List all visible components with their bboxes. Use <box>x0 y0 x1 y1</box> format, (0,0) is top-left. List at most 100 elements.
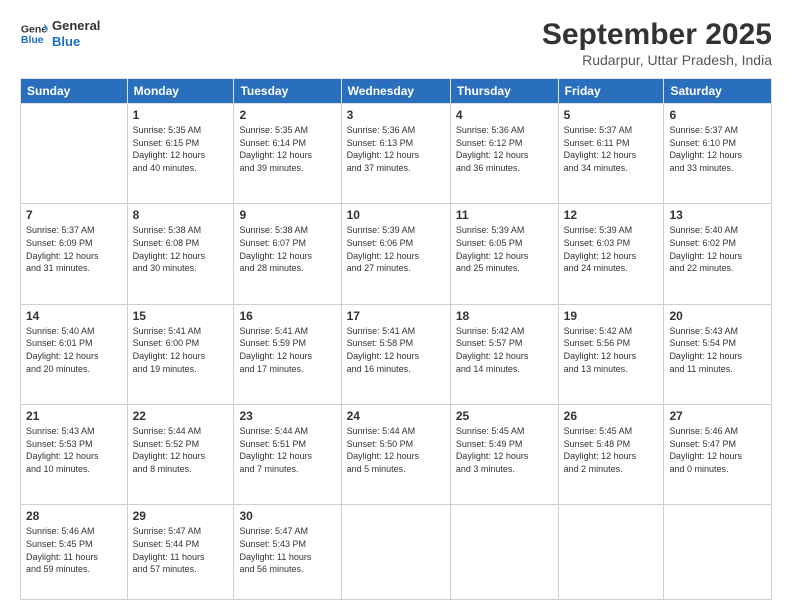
day-number: 15 <box>133 309 229 323</box>
calendar-cell: 9 Sunrise: 5:38 AM Sunset: 6:07 PM Daylig… <box>234 204 341 304</box>
calendar-cell: 6Sunrise: 5:37 AM Sunset: 6:10 PM Daylig… <box>664 104 772 204</box>
calendar-cell: 1 Sunrise: 5:35 AM Sunset: 6:15 PM Daylig… <box>127 104 234 204</box>
day-header-saturday: Saturday <box>664 79 772 104</box>
day-info: Sunrise: 5:35 AM Sunset: 6:14 PM Dayligh… <box>239 124 335 174</box>
day-number: 1 <box>133 108 229 122</box>
day-info: Sunrise: 5:42 AM Sunset: 5:56 PM Dayligh… <box>564 325 659 375</box>
day-number: 22 <box>133 409 229 423</box>
calendar-cell: 29 Sunrise: 5:47 AM Sunset: 5:44 PM Dayli… <box>127 505 234 600</box>
calendar-cell: 3Sunrise: 5:36 AM Sunset: 6:13 PM Daylig… <box>341 104 450 204</box>
day-header-tuesday: Tuesday <box>234 79 341 104</box>
calendar-cell: 23 Sunrise: 5:44 AM Sunset: 5:51 PM Dayli… <box>234 405 341 505</box>
calendar-cell: 28 Sunrise: 5:46 AM Sunset: 5:45 PM Dayli… <box>21 505 128 600</box>
calendar-cell: 11Sunrise: 5:39 AM Sunset: 6:05 PM Dayli… <box>450 204 558 304</box>
day-info: Sunrise: 5:36 AM Sunset: 6:13 PM Dayligh… <box>347 124 445 174</box>
day-info: Sunrise: 5:37 AM Sunset: 6:09 PM Dayligh… <box>26 224 122 274</box>
day-info: Sunrise: 5:47 AM Sunset: 5:44 PM Dayligh… <box>133 525 229 575</box>
calendar-cell <box>664 505 772 600</box>
calendar-cell: 16 Sunrise: 5:41 AM Sunset: 5:59 PM Dayli… <box>234 304 341 404</box>
week-row-4: 21Sunrise: 5:43 AM Sunset: 5:53 PM Dayli… <box>21 405 772 505</box>
day-number: 4 <box>456 108 553 122</box>
calendar-cell <box>450 505 558 600</box>
day-header-wednesday: Wednesday <box>341 79 450 104</box>
day-number: 18 <box>456 309 553 323</box>
calendar-cell: 20 Sunrise: 5:43 AM Sunset: 5:54 PM Dayli… <box>664 304 772 404</box>
day-number: 9 <box>239 208 335 222</box>
calendar-cell: 5 Sunrise: 5:37 AM Sunset: 6:11 PM Daylig… <box>558 104 664 204</box>
logo: General Blue General Blue <box>20 18 100 49</box>
day-header-friday: Friday <box>558 79 664 104</box>
day-info: Sunrise: 5:44 AM Sunset: 5:51 PM Dayligh… <box>239 425 335 475</box>
day-info: Sunrise: 5:36 AM Sunset: 6:12 PM Dayligh… <box>456 124 553 174</box>
day-info: Sunrise: 5:46 AM Sunset: 5:45 PM Dayligh… <box>26 525 122 575</box>
day-number: 27 <box>669 409 766 423</box>
day-info: Sunrise: 5:38 AM Sunset: 6:07 PM Dayligh… <box>239 224 335 274</box>
calendar-cell: 18Sunrise: 5:42 AM Sunset: 5:57 PM Dayli… <box>450 304 558 404</box>
day-number: 10 <box>347 208 445 222</box>
day-headers-row: SundayMondayTuesdayWednesdayThursdayFrid… <box>21 79 772 104</box>
day-number: 13 <box>669 208 766 222</box>
title-block: September 2025 Rudarpur, Uttar Pradesh, … <box>542 18 772 68</box>
day-number: 7 <box>26 208 122 222</box>
day-info: Sunrise: 5:44 AM Sunset: 5:52 PM Dayligh… <box>133 425 229 475</box>
calendar-cell: 14 Sunrise: 5:40 AM Sunset: 6:01 PM Dayli… <box>21 304 128 404</box>
day-number: 20 <box>669 309 766 323</box>
week-row-1: 1 Sunrise: 5:35 AM Sunset: 6:15 PM Daylig… <box>21 104 772 204</box>
day-number: 26 <box>564 409 659 423</box>
day-number: 29 <box>133 509 229 523</box>
day-number: 30 <box>239 509 335 523</box>
week-row-2: 7 Sunrise: 5:37 AM Sunset: 6:09 PM Daylig… <box>21 204 772 304</box>
day-info: Sunrise: 5:39 AM Sunset: 6:05 PM Dayligh… <box>456 224 553 274</box>
calendar-cell: 2 Sunrise: 5:35 AM Sunset: 6:14 PM Daylig… <box>234 104 341 204</box>
calendar-cell <box>21 104 128 204</box>
day-info: Sunrise: 5:38 AM Sunset: 6:08 PM Dayligh… <box>133 224 229 274</box>
day-number: 28 <box>26 509 122 523</box>
day-info: Sunrise: 5:41 AM Sunset: 5:59 PM Dayligh… <box>239 325 335 375</box>
day-number: 5 <box>564 108 659 122</box>
month-title: September 2025 <box>542 18 772 52</box>
day-number: 6 <box>669 108 766 122</box>
calendar-cell: 10 Sunrise: 5:39 AM Sunset: 6:06 PM Dayli… <box>341 204 450 304</box>
calendar-cell: 8 Sunrise: 5:38 AM Sunset: 6:08 PM Daylig… <box>127 204 234 304</box>
day-number: 2 <box>239 108 335 122</box>
calendar-cell: 22 Sunrise: 5:44 AM Sunset: 5:52 PM Dayli… <box>127 405 234 505</box>
week-row-3: 14 Sunrise: 5:40 AM Sunset: 6:01 PM Dayli… <box>21 304 772 404</box>
calendar-cell: 4 Sunrise: 5:36 AM Sunset: 6:12 PM Daylig… <box>450 104 558 204</box>
svg-text:Blue: Blue <box>21 33 44 45</box>
calendar-cell: 7 Sunrise: 5:37 AM Sunset: 6:09 PM Daylig… <box>21 204 128 304</box>
day-number: 8 <box>133 208 229 222</box>
day-number: 14 <box>26 309 122 323</box>
day-number: 19 <box>564 309 659 323</box>
day-info: Sunrise: 5:40 AM Sunset: 6:02 PM Dayligh… <box>669 224 766 274</box>
day-number: 16 <box>239 309 335 323</box>
day-info: Sunrise: 5:47 AM Sunset: 5:43 PM Dayligh… <box>239 525 335 575</box>
location: Rudarpur, Uttar Pradesh, India <box>542 52 772 68</box>
day-header-monday: Monday <box>127 79 234 104</box>
calendar-cell: 24 Sunrise: 5:44 AM Sunset: 5:50 PM Dayli… <box>341 405 450 505</box>
day-info: Sunrise: 5:41 AM Sunset: 5:58 PM Dayligh… <box>347 325 445 375</box>
day-info: Sunrise: 5:35 AM Sunset: 6:15 PM Dayligh… <box>133 124 229 174</box>
day-info: Sunrise: 5:44 AM Sunset: 5:50 PM Dayligh… <box>347 425 445 475</box>
day-info: Sunrise: 5:43 AM Sunset: 5:54 PM Dayligh… <box>669 325 766 375</box>
day-number: 12 <box>564 208 659 222</box>
calendar-cell: 21Sunrise: 5:43 AM Sunset: 5:53 PM Dayli… <box>21 405 128 505</box>
logo-icon: General Blue <box>20 20 48 48</box>
day-info: Sunrise: 5:37 AM Sunset: 6:11 PM Dayligh… <box>564 124 659 174</box>
day-info: Sunrise: 5:39 AM Sunset: 6:06 PM Dayligh… <box>347 224 445 274</box>
logo-blue: Blue <box>52 34 100 50</box>
day-number: 24 <box>347 409 445 423</box>
calendar-cell: 17 Sunrise: 5:41 AM Sunset: 5:58 PM Dayli… <box>341 304 450 404</box>
calendar-cell: 27Sunrise: 5:46 AM Sunset: 5:47 PM Dayli… <box>664 405 772 505</box>
day-info: Sunrise: 5:39 AM Sunset: 6:03 PM Dayligh… <box>564 224 659 274</box>
day-number: 23 <box>239 409 335 423</box>
calendar-cell <box>558 505 664 600</box>
day-number: 21 <box>26 409 122 423</box>
day-info: Sunrise: 5:40 AM Sunset: 6:01 PM Dayligh… <box>26 325 122 375</box>
calendar-table: SundayMondayTuesdayWednesdayThursdayFrid… <box>20 78 772 600</box>
header: General Blue General Blue September 2025… <box>20 18 772 68</box>
day-header-thursday: Thursday <box>450 79 558 104</box>
logo-general: General <box>52 18 100 34</box>
calendar-cell: 15Sunrise: 5:41 AM Sunset: 6:00 PM Dayli… <box>127 304 234 404</box>
day-number: 17 <box>347 309 445 323</box>
day-header-sunday: Sunday <box>21 79 128 104</box>
